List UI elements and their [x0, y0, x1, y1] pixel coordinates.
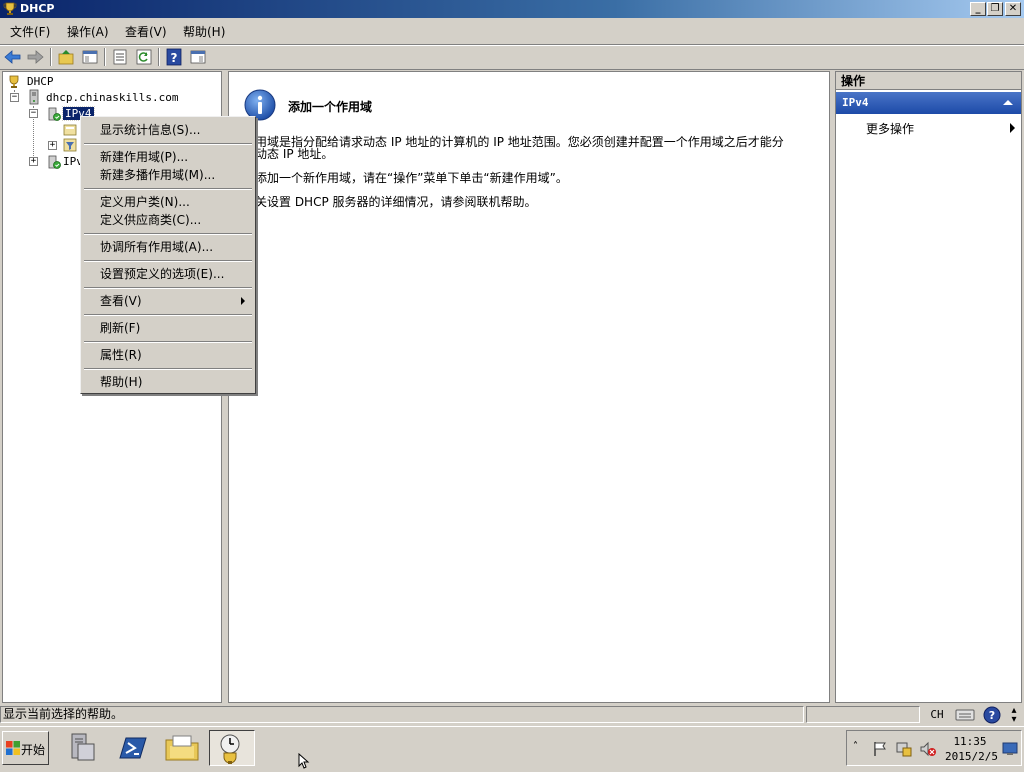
windows-logo-icon	[5, 740, 21, 756]
up-folder-icon[interactable]	[56, 47, 76, 67]
refresh-icon[interactable]	[134, 47, 154, 67]
start-label: 开始	[21, 743, 46, 757]
actions-section-ipv4[interactable]: IPv4	[836, 92, 1021, 114]
collapse-server-toggle[interactable]: −	[10, 93, 19, 102]
expand-ipv6-toggle[interactable]: +	[29, 157, 38, 166]
actions-splitter[interactable]	[830, 71, 834, 703]
toolbar-separator	[50, 48, 52, 66]
collapse-section-icon[interactable]	[1003, 100, 1013, 105]
dhcp-trophy-icon	[7, 75, 21, 89]
expand-filters-toggle[interactable]: +	[48, 141, 57, 150]
start-button[interactable]: 开始	[2, 731, 49, 765]
svg-text:?: ?	[171, 51, 178, 65]
show-hidden-icons-chevron-icon[interactable]: ˄	[853, 741, 858, 752]
details-paragraph-3: 关设置 DHCP 服务器的详细情况，请参阅联机帮助。	[255, 195, 537, 209]
status-bar: 显示当前选择的帮助。 CH ? ▴ ▾	[0, 705, 1024, 725]
filters-icon	[63, 138, 77, 152]
ctx-separator	[84, 341, 252, 343]
show-hide-tree-icon[interactable]	[80, 47, 100, 67]
toolbar: ?	[0, 46, 1024, 68]
ipv4-icon	[47, 106, 61, 122]
details-pane: 添加一个作用域 用域是指分配给请求动态 IP 地址的计算机的 IP 地址范围。您…	[228, 71, 830, 703]
ipv6-icon	[47, 154, 61, 170]
ctx-help[interactable]: 帮助(H)	[83, 373, 253, 391]
dhcp-taskbar-button[interactable]	[209, 730, 255, 766]
action-center-flag-icon[interactable]	[871, 740, 889, 758]
ctx-properties[interactable]: 属性(R)	[83, 346, 253, 364]
toolbar-separator	[104, 48, 106, 66]
tree-server[interactable]: dhcp.chinaskills.com	[46, 91, 178, 104]
ctx-separator	[84, 314, 252, 316]
ctx-separator	[84, 368, 252, 370]
ctx-define-vendor-classes[interactable]: 定义供应商类(C)...	[83, 211, 253, 229]
details-heading: 添加一个作用域	[288, 100, 373, 114]
volume-muted-icon[interactable]	[919, 740, 937, 758]
explorer-folder-icon[interactable]	[162, 730, 202, 766]
taskbar: 开始 ˄ 11:35 2015/2/5	[0, 726, 1024, 769]
ctx-new-multicast-scope[interactable]: 新建多播作用域(M)...	[83, 166, 253, 184]
more-actions-link[interactable]: 更多操作	[866, 120, 914, 137]
server-icon	[27, 89, 41, 105]
toolbar-separator	[158, 48, 160, 66]
ctx-separator	[84, 143, 252, 145]
help-circle-icon[interactable]: ?	[983, 706, 1001, 724]
svg-text:?: ?	[989, 709, 995, 722]
powershell-icon[interactable]	[112, 730, 152, 766]
forward-icon[interactable]	[25, 47, 45, 67]
title-bar: DHCP _ ❐ ✕	[0, 0, 1024, 18]
details-paragraph-1-cont: 动态 IP 地址。	[255, 147, 334, 161]
details-paragraph-2: 添加一个新作用域，请在“操作”菜单下单击“新建作用域”。	[255, 171, 568, 185]
actions-section-label: IPv4	[842, 96, 869, 109]
ctx-separator	[84, 188, 252, 190]
menu-action[interactable]: 操作(A)	[67, 24, 109, 40]
collapse-ipv4-toggle[interactable]: −	[29, 109, 38, 118]
menu-file[interactable]: 文件(F)	[10, 24, 50, 40]
ctx-reconcile-all-scopes[interactable]: 协调所有作用域(A)...	[83, 238, 253, 256]
scroll-arrows-icon[interactable]: ▴ ▾	[1007, 706, 1021, 725]
ctx-new-scope[interactable]: 新建作用域(P)...	[83, 148, 253, 166]
ctx-view-label: 查看(V)	[100, 294, 142, 308]
ctx-separator	[84, 233, 252, 235]
ctx-separator	[84, 287, 252, 289]
clock-date[interactable]: 2015/2/5	[945, 750, 998, 763]
close-button[interactable]: ✕	[1005, 2, 1021, 16]
toolbar-divider	[0, 69, 1024, 70]
more-actions-arrow-icon	[1010, 123, 1015, 133]
ctx-define-user-classes[interactable]: 定义用户类(N)...	[83, 193, 253, 211]
server-options-icon	[63, 123, 77, 137]
language-indicator[interactable]: CH	[922, 705, 952, 724]
actions-pane: 操作 IPv4 更多操作	[835, 71, 1022, 703]
network-icon[interactable]	[895, 740, 913, 758]
status-text: 显示当前选择的帮助。	[0, 706, 804, 723]
ctx-display-statistics[interactable]: 显示统计信息(S)...	[83, 121, 253, 139]
dhcp-trophy-icon	[3, 2, 17, 16]
help-icon[interactable]: ?	[164, 47, 184, 67]
system-tray: ˄ 11:35 2015/2/5	[846, 730, 1022, 766]
server-manager-icon[interactable]	[62, 730, 102, 766]
menu-view[interactable]: 查看(V)	[125, 24, 167, 40]
export-list-icon[interactable]	[110, 47, 130, 67]
keyboard-icon[interactable]	[954, 706, 976, 724]
show-desktop-icon[interactable]	[1002, 741, 1018, 757]
ctx-view-submenu[interactable]: 查看(V)	[83, 292, 253, 310]
mouse-cursor-icon	[298, 752, 310, 769]
ctx-refresh[interactable]: 刷新(F)	[83, 319, 253, 337]
restore-button[interactable]: ❐	[987, 2, 1003, 16]
menu-bar: 文件(F) 操作(A) 查看(V) 帮助(H)	[0, 22, 1024, 42]
status-panel-2	[806, 706, 920, 723]
submenu-arrow-icon	[241, 297, 245, 305]
window-title: DHCP	[20, 2, 55, 15]
details-paragraph-1: 用域是指分配给请求动态 IP 地址的计算机的 IP 地址范围。您必须创建并配置一…	[255, 135, 784, 149]
context-menu: 显示统计信息(S)... 新建作用域(P)... 新建多播作用域(M)... 定…	[80, 116, 256, 394]
ctx-set-predefined-options[interactable]: 设置预定义的选项(E)...	[83, 265, 253, 283]
menu-help[interactable]: 帮助(H)	[183, 24, 225, 40]
show-action-pane-icon[interactable]	[188, 47, 208, 67]
ctx-separator	[84, 260, 252, 262]
back-icon[interactable]	[3, 47, 23, 67]
tree-root-dhcp[interactable]: DHCP	[27, 75, 54, 88]
minimize-button[interactable]: _	[970, 2, 986, 16]
actions-header: 操作	[836, 72, 1021, 90]
clock-time[interactable]: 11:35	[947, 735, 993, 748]
